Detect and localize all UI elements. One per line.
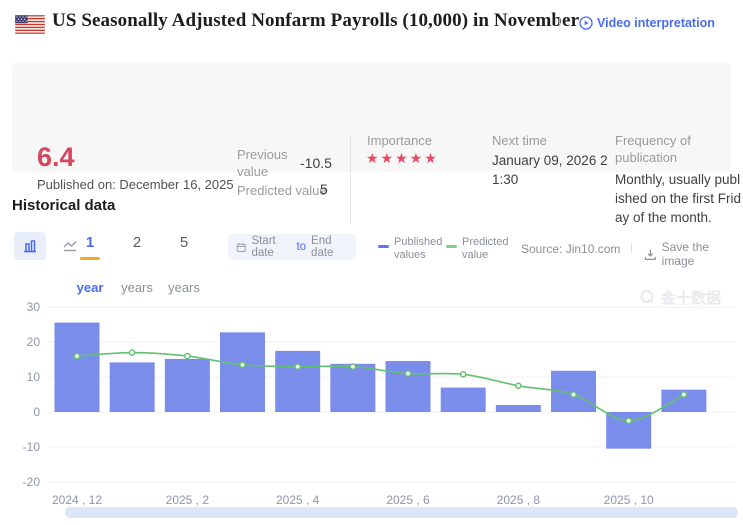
previous-value-label: Previous value xyxy=(237,146,295,180)
svg-text:2024 , 12: 2024 , 12 xyxy=(52,493,102,507)
svg-text:2025 , 10: 2025 , 10 xyxy=(604,493,654,507)
period-active-underline xyxy=(80,257,100,260)
us-flag-icon xyxy=(15,15,45,34)
page-title: US Seasonally Adjusted Nonfarm Payrolls … xyxy=(52,10,579,32)
svg-text:0: 0 xyxy=(33,405,40,419)
end-date-field[interactable]: End date xyxy=(311,235,348,259)
frequency-value: Monthly, usually published on the first … xyxy=(615,170,743,227)
historical-data-chart[interactable]: 30 20 10 0 -10 -20 2024 , 12 2025 , 2 2025 , 4 20… xyxy=(0,292,743,522)
legend-predicted-value[interactable]: Predicted value xyxy=(446,236,516,262)
legend-label: Predicted value xyxy=(462,236,516,262)
panel-divider xyxy=(350,135,351,223)
next-time-value: January 09, 2026 21:30 xyxy=(492,151,614,189)
period-number: 2 xyxy=(115,234,159,254)
save-image-button[interactable]: Save the image xyxy=(644,240,743,268)
calendar-icon xyxy=(236,241,246,254)
save-image-label: Save the image xyxy=(662,240,743,268)
play-circle-icon xyxy=(579,16,593,30)
svg-text:-10: -10 xyxy=(23,440,41,454)
date-range-picker[interactable]: Start date to End date xyxy=(228,234,356,260)
video-interpretation-link[interactable]: Video interpretation xyxy=(579,16,715,30)
svg-text:2025 , 2: 2025 , 2 xyxy=(166,493,210,507)
predicted-value-swatch xyxy=(446,245,457,248)
svg-text:2025 , 6: 2025 , 6 xyxy=(386,493,430,507)
predicted-value-label: Predicted value xyxy=(237,182,327,199)
date-range-to: to xyxy=(296,241,306,253)
legend-label: Published values xyxy=(394,236,448,262)
frequency-label: Frequency of publication xyxy=(615,132,725,166)
toolbar-divider: | xyxy=(630,240,633,254)
svg-text:2025 , 8: 2025 , 8 xyxy=(497,493,541,507)
svg-text:30: 30 xyxy=(27,300,41,314)
svg-text:20: 20 xyxy=(27,335,41,349)
next-time-label: Next time xyxy=(492,132,547,149)
predicted-value: 5 xyxy=(320,181,328,197)
svg-text:2025 , 4: 2025 , 4 xyxy=(276,493,320,507)
period-number: 5 xyxy=(162,234,206,254)
published-values-swatch xyxy=(378,245,389,248)
svg-text:-20: -20 xyxy=(23,475,41,489)
source-text: Source: Jin10.com xyxy=(521,242,620,256)
published-on: Published on: December 16, 2025 xyxy=(37,177,234,192)
current-value: 6.4 xyxy=(37,142,75,173)
video-interpretation-label: Video interpretation xyxy=(597,16,715,30)
start-date-field[interactable]: Start date xyxy=(251,235,291,259)
previous-value: -10.5 xyxy=(300,155,332,171)
jin10-data-page: US Seasonally Adjusted Nonfarm Payrolls … xyxy=(0,0,743,525)
summary-panel: 6.4 Published on: December 16, 2025 Prev… xyxy=(12,62,731,172)
download-icon xyxy=(644,248,657,261)
historical-data-heading: Historical data xyxy=(12,197,115,214)
period-number: 1 xyxy=(68,234,112,254)
bar-chart-icon xyxy=(22,238,38,254)
importance-label: Importance xyxy=(367,132,432,149)
importance-stars: ★★★★★ xyxy=(366,150,439,167)
svg-text:10: 10 xyxy=(27,370,41,384)
period-button-2-years[interactable]: 2 years xyxy=(115,234,159,295)
bar-chart-type-button[interactable] xyxy=(14,232,46,260)
period-button-5-years[interactable]: 5 years xyxy=(162,234,206,295)
legend-published-values[interactable]: Published values xyxy=(378,236,448,262)
period-button-1-year[interactable]: 1 year xyxy=(68,234,112,295)
chart-horizontal-scrollbar[interactable] xyxy=(65,507,738,518)
header-divider: | xyxy=(558,15,562,31)
